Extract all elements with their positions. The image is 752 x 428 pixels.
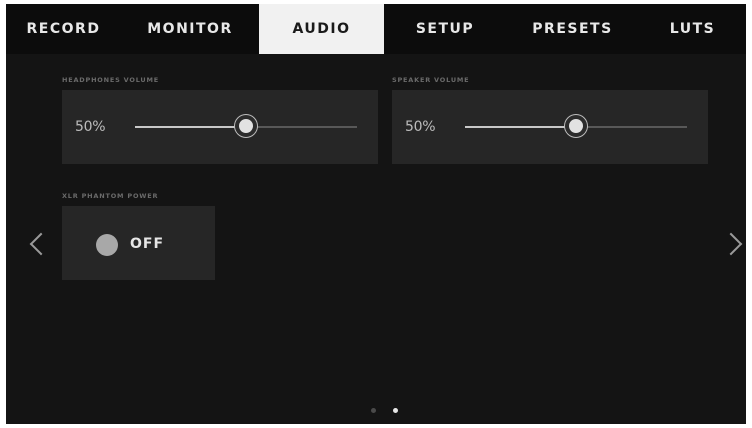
- tab-luts[interactable]: LUTS: [639, 4, 746, 54]
- speaker-volume-panel: 50%: [392, 90, 708, 164]
- headphones-volume-value: 50%: [75, 119, 106, 135]
- toggle-indicator-icon: [96, 234, 118, 256]
- page-dot[interactable]: [371, 408, 376, 413]
- phantom-power-toggle[interactable]: OFF: [62, 206, 215, 280]
- chevron-left-icon[interactable]: [29, 232, 53, 256]
- tab-bar: RECORD MONITOR AUDIO SETUP PRESETS LUTS: [6, 4, 746, 54]
- phantom-power-state: OFF: [130, 236, 165, 252]
- speaker-volume-fill: [465, 126, 576, 128]
- headphones-volume-label: HEADPHONES VOLUME: [62, 76, 159, 84]
- headphones-volume-fill: [135, 126, 246, 128]
- tab-monitor[interactable]: MONITOR: [121, 4, 259, 54]
- phantom-power-label: XLR PHANTOM POWER: [62, 192, 159, 200]
- page-dot[interactable]: [393, 408, 398, 413]
- chevron-right-icon[interactable]: [719, 232, 743, 256]
- screen: RECORD MONITOR AUDIO SETUP PRESETS LUTS …: [6, 4, 746, 424]
- speaker-volume-thumb[interactable]: [565, 115, 587, 137]
- tab-presets[interactable]: PRESETS: [506, 4, 639, 54]
- tab-audio[interactable]: AUDIO: [259, 4, 384, 54]
- headphones-volume-panel: 50%: [62, 90, 378, 164]
- tab-record[interactable]: RECORD: [6, 4, 121, 54]
- speaker-volume-value: 50%: [405, 119, 436, 135]
- speaker-volume-label: SPEAKER VOLUME: [392, 76, 470, 84]
- tab-setup[interactable]: SETUP: [384, 4, 506, 54]
- headphones-volume-thumb[interactable]: [235, 115, 257, 137]
